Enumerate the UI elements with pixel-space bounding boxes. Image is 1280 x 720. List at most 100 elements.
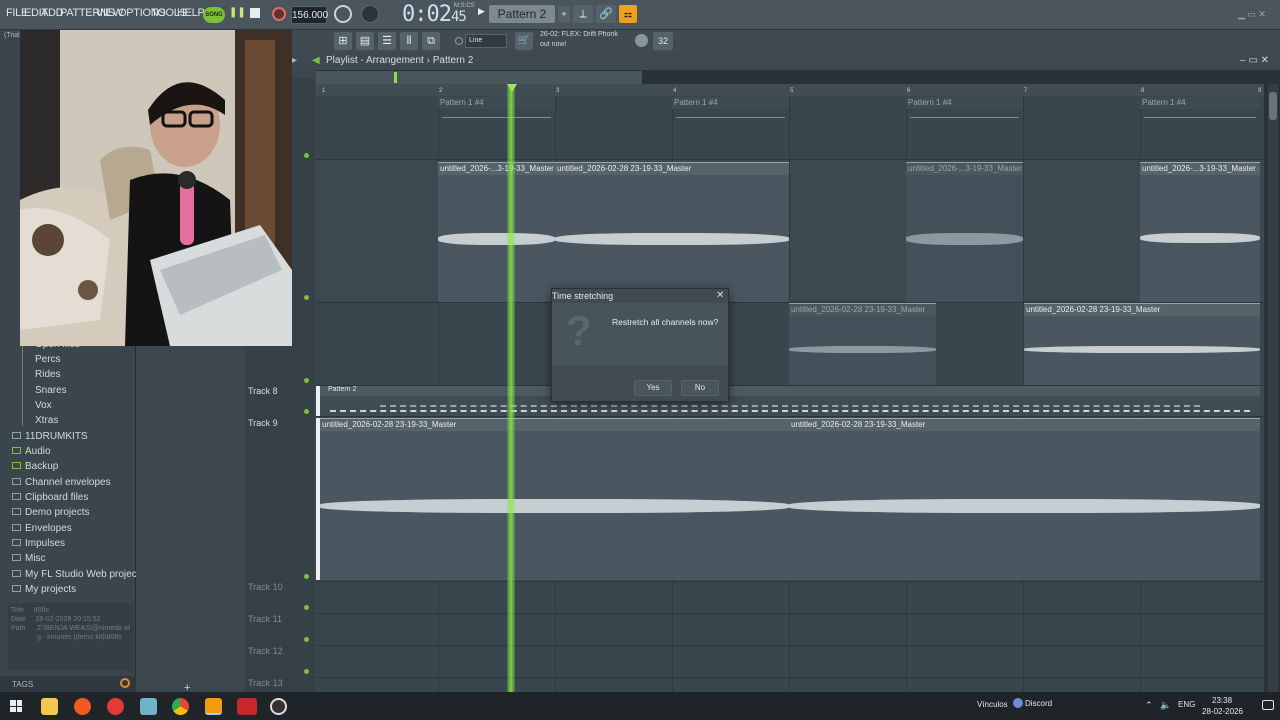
- news-hint-line1[interactable]: 26-02: FLEX: Drift Phonk: [540, 31, 618, 38]
- language-indicator[interactable]: ENG: [1178, 700, 1195, 709]
- pattern-2-clip[interactable]: Pattern 2: [320, 386, 1260, 416]
- audio-clip[interactable]: untitled_2026-02-28 23-19-33_Master: [1024, 303, 1260, 385]
- pattern-clip[interactable]: Pattern 1 #4: [1140, 97, 1260, 121]
- browser-item-my-fl-studio-web-projects[interactable]: My FL Studio Web projects: [12, 569, 145, 584]
- browser-item-channel-envelopes[interactable]: Channel envelopes: [12, 477, 111, 492]
- tags-bar[interactable]: TAGS: [0, 676, 136, 692]
- browser-sub-rides[interactable]: Rides: [35, 369, 61, 384]
- pattern-prev-icon[interactable]: ▶: [478, 6, 488, 22]
- track-13-label[interactable]: Track 13: [248, 678, 283, 688]
- channel-rack-icon[interactable]: ☰: [378, 32, 396, 50]
- playlist-icon[interactable]: ⊞: [334, 32, 352, 50]
- pause-icon[interactable]: ❚❚: [229, 7, 246, 21]
- mixer-icon[interactable]: ⫴: [400, 32, 418, 50]
- playlist-play-icon[interactable]: ◀: [312, 55, 320, 66]
- media-player-icon[interactable]: [107, 698, 124, 715]
- audio-clip[interactable]: untitled_2026-...3-19-33_Master: [906, 162, 1023, 302]
- window-controls[interactable]: ▁ ▭ ✕: [1238, 9, 1278, 21]
- browser-item-clipboard-files[interactable]: Clipboard files: [12, 492, 88, 507]
- playlist-menu-icon[interactable]: ▸: [292, 55, 297, 66]
- audio-clip[interactable]: untitled_2026-...3-19-33_Master: [1140, 162, 1260, 302]
- news-hint-line2[interactable]: out now!: [540, 41, 566, 48]
- clock-date[interactable]: 28-02-2026: [1202, 707, 1243, 716]
- track-12-label[interactable]: Track 12: [248, 646, 283, 656]
- file-explorer-icon[interactable]: [41, 698, 58, 715]
- metronome-icon[interactable]: [334, 5, 352, 23]
- pattern-selector[interactable]: Pattern 2: [489, 5, 555, 23]
- fl-logo-icon[interactable]: ⚏: [619, 5, 637, 23]
- piano-roll-icon[interactable]: ▤: [356, 32, 374, 50]
- pattern-clip[interactable]: Pattern 1 #4: [438, 97, 555, 121]
- browser-item-impulses[interactable]: Impulses: [12, 538, 65, 553]
- speaker-icon[interactable]: 🔈: [1160, 700, 1171, 711]
- browser-item-audio[interactable]: Audio: [12, 446, 51, 461]
- menu-help[interactable]: HELP: [177, 7, 205, 21]
- audio-clip[interactable]: untitled_2026-02-28 23-19-33_Master: [789, 303, 936, 385]
- shop-icon[interactable]: 🛒: [515, 32, 533, 50]
- close-icon[interactable]: ✕: [716, 290, 724, 301]
- browser-item-11drumkits[interactable]: 11DRUMKITS: [12, 431, 88, 446]
- clock-time[interactable]: 23:38: [1212, 696, 1232, 705]
- brave-icon[interactable]: [74, 698, 91, 715]
- master-volume-knob[interactable]: [361, 5, 379, 23]
- online-icon[interactable]: [635, 34, 648, 47]
- audio-clip[interactable]: untitled_2026-02-28 23-19-33_Master: [555, 162, 789, 302]
- link-icon[interactable]: 🔗: [596, 5, 616, 23]
- playlist-scroll-bar[interactable]: [316, 71, 642, 84]
- track-led[interactable]: [304, 378, 309, 383]
- stop-icon[interactable]: [250, 8, 260, 18]
- obs-icon[interactable]: [270, 698, 287, 715]
- browser-sub-snares[interactable]: Snares: [35, 385, 67, 400]
- browser-icon[interactable]: ⧉: [422, 32, 440, 50]
- playlist-title-bar[interactable]: Playlist - Arrangement › Pattern 2: [290, 52, 1280, 70]
- track-9-label[interactable]: Track 9: [248, 418, 278, 428]
- record-mode-icon[interactable]: ⟂: [573, 5, 593, 23]
- track-11-label[interactable]: Track 11: [248, 614, 282, 624]
- pattern-add-icon[interactable]: +: [558, 6, 570, 22]
- browser-sub-xtras[interactable]: Xtras: [35, 415, 58, 430]
- browser-item-backup[interactable]: Backup: [12, 461, 58, 476]
- audio-clip[interactable]: untitled_2026-...3-19-33_Master: [438, 162, 555, 302]
- track-led[interactable]: [304, 574, 309, 579]
- windows-start-icon[interactable]: [10, 700, 22, 712]
- track-led[interactable]: [304, 637, 309, 642]
- pattern-clip[interactable]: Pattern 1 #4: [672, 97, 789, 121]
- notes-icon[interactable]: [140, 698, 157, 715]
- no-button[interactable]: No: [681, 380, 719, 396]
- track-led[interactable]: [304, 295, 309, 300]
- taskbar-links-label[interactable]: Vínculos: [977, 700, 1008, 709]
- vertical-scrollbar[interactable]: [1268, 84, 1278, 692]
- pattern-clip[interactable]: Pattern 1 #4: [906, 97, 1023, 121]
- tray-chevron-icon[interactable]: ⌃: [1145, 700, 1153, 711]
- track-10-label[interactable]: Track 10: [248, 582, 283, 592]
- bar-number: 9: [1258, 88, 1262, 94]
- browser-sub-vox[interactable]: Vox: [35, 400, 52, 415]
- notification-icon[interactable]: [1262, 700, 1274, 710]
- browser-item-my-projects[interactable]: My projects: [12, 584, 76, 599]
- song-mode-toggle[interactable]: SONG: [203, 7, 225, 23]
- scrollbar-thumb[interactable]: [1269, 92, 1277, 120]
- fl-studio-icon[interactable]: [205, 698, 222, 715]
- browser-item-demo-projects[interactable]: Demo projects: [12, 507, 89, 522]
- discord-label[interactable]: Discord: [1025, 699, 1052, 708]
- playhead[interactable]: [507, 84, 515, 692]
- browser-sub-percs[interactable]: Percs: [35, 354, 61, 369]
- search-icon[interactable]: [120, 678, 130, 688]
- yes-button[interactable]: Yes: [634, 380, 672, 396]
- playlist-window-controls[interactable]: – ▭ ✕: [1240, 55, 1269, 66]
- track-8-label[interactable]: Track 8: [248, 386, 278, 396]
- record-icon[interactable]: [272, 7, 286, 21]
- browser-item-misc[interactable]: Misc: [12, 553, 46, 568]
- track-led[interactable]: [304, 153, 309, 158]
- voicemeeter-icon[interactable]: [237, 698, 257, 715]
- track-led[interactable]: [304, 669, 309, 674]
- tempo-display[interactable]: 156.000: [291, 6, 328, 24]
- track-led[interactable]: [304, 605, 309, 610]
- chrome-icon[interactable]: [172, 698, 189, 715]
- browser-item-envelopes[interactable]: Envelopes: [12, 523, 72, 538]
- audio-clip[interactable]: untitled_2026-02-28 23-19-33_Master: [320, 418, 789, 580]
- track-led[interactable]: [304, 409, 309, 414]
- snap-select[interactable]: Line: [465, 34, 507, 48]
- discord-icon[interactable]: [1013, 698, 1023, 708]
- audio-clip[interactable]: untitled_2026-02-28 23-19-33_Master: [789, 418, 1260, 580]
